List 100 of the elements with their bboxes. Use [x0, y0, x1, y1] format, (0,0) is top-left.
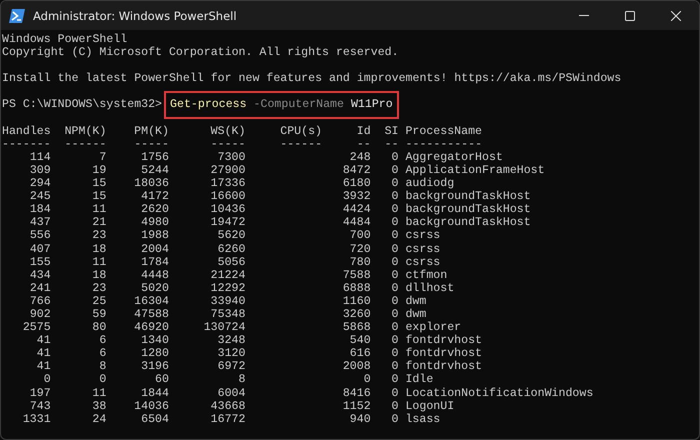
- table-cell: 556: [30, 229, 51, 242]
- table-cell: backgroundTaskHost: [405, 216, 531, 230]
- table-cell: 10436: [210, 203, 246, 216]
- table-cell: 21: [92, 216, 106, 230]
- table-cell: 3120: [218, 347, 246, 360]
- table-cell: 4424: [342, 203, 371, 216]
- column-header: NPM(K): [64, 124, 106, 138]
- table-cell: 75348: [210, 308, 246, 321]
- table-cell: 4448: [141, 268, 169, 282]
- table-cell: 0: [392, 242, 398, 256]
- table-cell: 6004: [218, 386, 246, 400]
- table-cell: backgroundTaskHost: [405, 203, 531, 216]
- table-cell: 1160: [342, 294, 371, 308]
- table-cell: 1340: [141, 334, 169, 348]
- table-cell: AggregatorHost: [405, 150, 503, 164]
- table-cell: 6260: [218, 242, 246, 256]
- table-cell: 1756: [141, 150, 169, 164]
- column-header: Id: [356, 124, 371, 138]
- table-cell: 2575: [22, 321, 51, 334]
- maximize-icon: [625, 10, 635, 20]
- table-cell: 0: [392, 190, 398, 204]
- table-cell: dllhost: [405, 282, 454, 295]
- table-cell: 130724: [204, 321, 246, 334]
- table-cell: 23: [92, 229, 106, 242]
- table-cell: 0: [392, 294, 398, 308]
- table-cell: 8: [99, 360, 106, 374]
- table-cell: 1152: [342, 400, 371, 413]
- table-cell: 27900: [210, 164, 246, 177]
- table-cell: Idle: [405, 373, 434, 387]
- table-cell: 7588: [342, 268, 371, 282]
- table-cell: LogonUI: [405, 400, 454, 413]
- table-cell: 19: [92, 164, 106, 177]
- table-cell: 60: [155, 373, 169, 386]
- table-cell: 41: [36, 360, 51, 374]
- table-cell: 3248: [218, 334, 246, 348]
- table-cell: 18036: [134, 177, 169, 190]
- table-cell: 0: [392, 334, 398, 348]
- table-cell: 21224: [210, 268, 246, 282]
- column-header: CPU(s): [280, 124, 322, 138]
- table-cell: 0: [99, 373, 106, 386]
- close-icon: [671, 10, 681, 20]
- table-cell: 902: [30, 308, 51, 321]
- column-header: SI: [384, 124, 398, 138]
- table-cell: 0: [392, 229, 398, 242]
- table-cell: 0: [392, 386, 398, 400]
- table-cell: 0: [392, 412, 398, 426]
- header-underline: ------- ------ ----- ----- ------ -- -- -----------: [2, 138, 482, 151]
- table-cell: 940: [350, 412, 371, 426]
- table-cell: 3260: [342, 308, 371, 321]
- minimize-icon: [579, 15, 589, 16]
- table-cell: backgroundTaskHost: [405, 190, 531, 204]
- table-cell: 6: [99, 334, 106, 348]
- table-cell: 184: [30, 203, 51, 216]
- column-header: Handles: [2, 124, 51, 138]
- table-cell: 0: [392, 282, 398, 295]
- table-cell: 1280: [141, 347, 169, 360]
- table-cell: 700: [350, 229, 371, 242]
- table-cell: dwm: [405, 308, 426, 322]
- table-cell: 294: [30, 177, 51, 190]
- table-cell: 0: [392, 268, 398, 282]
- table-cell: 15: [92, 177, 106, 190]
- table-cell: ctfmon: [405, 268, 448, 282]
- table-cell: 241: [30, 282, 51, 295]
- table-cell: 0: [44, 373, 51, 386]
- table-cell: 18: [92, 268, 106, 282]
- table-cell: 245: [30, 190, 51, 204]
- table-cell: 8: [238, 373, 246, 386]
- prompt-text: PS C:\WINDOWS\system32>: [2, 98, 162, 112]
- command-token: Get-process: [170, 98, 247, 112]
- table-cell: 25: [92, 294, 106, 308]
- table-cell: 0: [392, 164, 398, 177]
- table-cell: 0: [392, 400, 398, 413]
- table-cell: 0: [364, 373, 371, 386]
- table-cell: 5244: [141, 164, 169, 177]
- table-cell: 33940: [210, 294, 246, 308]
- powershell-icon: [9, 8, 25, 22]
- table-cell: 19472: [210, 216, 246, 230]
- command-token: -ComputerName: [254, 98, 344, 112]
- table-cell: 16772: [210, 412, 246, 426]
- table-cell: 407: [30, 242, 51, 256]
- window-title: Administrator: Windows PowerShell: [33, 8, 238, 22]
- table-cell: 0: [392, 347, 398, 360]
- table-cell: 15: [92, 190, 106, 204]
- table-cell: 43668: [210, 400, 246, 413]
- table-cell: 24: [92, 412, 106, 426]
- table-cell: 0: [392, 308, 398, 321]
- table-cell: 0: [392, 150, 398, 164]
- table-cell: 0: [392, 216, 398, 230]
- table-cell: explorer: [405, 321, 462, 334]
- command-token: W11Pro: [350, 98, 393, 112]
- table-cell: 0: [392, 256, 398, 269]
- table-cell: 616: [350, 347, 371, 360]
- table-cell: 6888: [342, 282, 371, 295]
- table-cell: 0: [392, 321, 398, 334]
- table-cell: 23: [92, 282, 106, 295]
- table-cell: fontdrvhost: [405, 347, 482, 360]
- table-cell: 4484: [342, 216, 371, 230]
- table-cell: 720: [350, 242, 371, 256]
- table-cell: 3196: [141, 360, 169, 374]
- table-cell: 11: [92, 386, 106, 400]
